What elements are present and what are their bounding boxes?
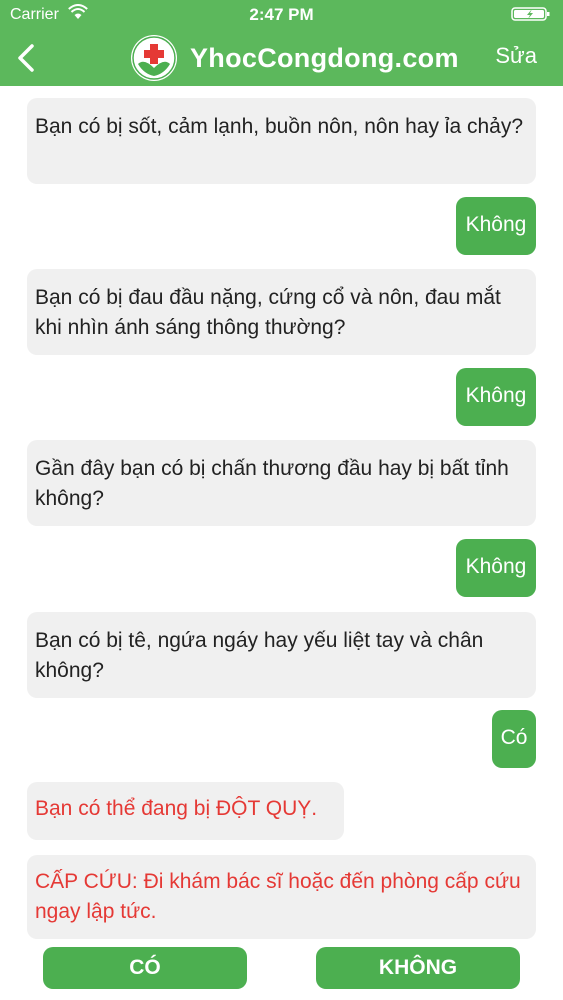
answer-bubble[interactable]: Có [492, 710, 536, 768]
battery-icon [511, 7, 550, 21]
answer-bubble[interactable]: Không [456, 197, 536, 255]
question-bubble: Gần đây bạn có bị chấn thương đầu hay bị… [27, 440, 536, 526]
question-bubble: Bạn có bị sốt, cảm lạnh, buồn nôn, nôn h… [27, 98, 536, 184]
question-bubble: Bạn có bị tê, ngứa ngáy hay yếu liệt tay… [27, 612, 536, 698]
status-time: 2:47 PM [249, 5, 314, 24]
brand-title: YhocCongdong.com [190, 42, 459, 73]
answer-bubble[interactable]: Không [456, 539, 536, 597]
diagnosis-result: Bạn có thể đang bị ĐỘT QUỴ. [27, 782, 344, 840]
yes-button[interactable]: CÓ [43, 947, 247, 989]
status-bar: Carrier 2:47 PM [0, 0, 563, 30]
nav-bar: YhocCongdong.com Sửa [0, 30, 563, 86]
answer-bubble[interactable]: Không [456, 368, 536, 426]
no-button[interactable]: KHÔNG [316, 947, 520, 989]
brand: YhocCongdong.com [130, 34, 459, 82]
question-bubble: Bạn có bị đau đầu nặng, cứng cổ và nôn, … [27, 269, 536, 355]
chat-thread: Bạn có bị sốt, cảm lạnh, buồn nôn, nôn h… [0, 86, 563, 940]
app-header: Carrier 2:47 PM YhocCongdong.com Sửa [0, 0, 563, 86]
back-button[interactable] [10, 38, 44, 78]
medical-cross-logo-icon [131, 35, 177, 81]
emergency-advice: CẤP CỨU: Đi khám bác sĩ hoặc đến phòng c… [27, 855, 536, 939]
edit-button[interactable]: Sửa [495, 43, 537, 69]
